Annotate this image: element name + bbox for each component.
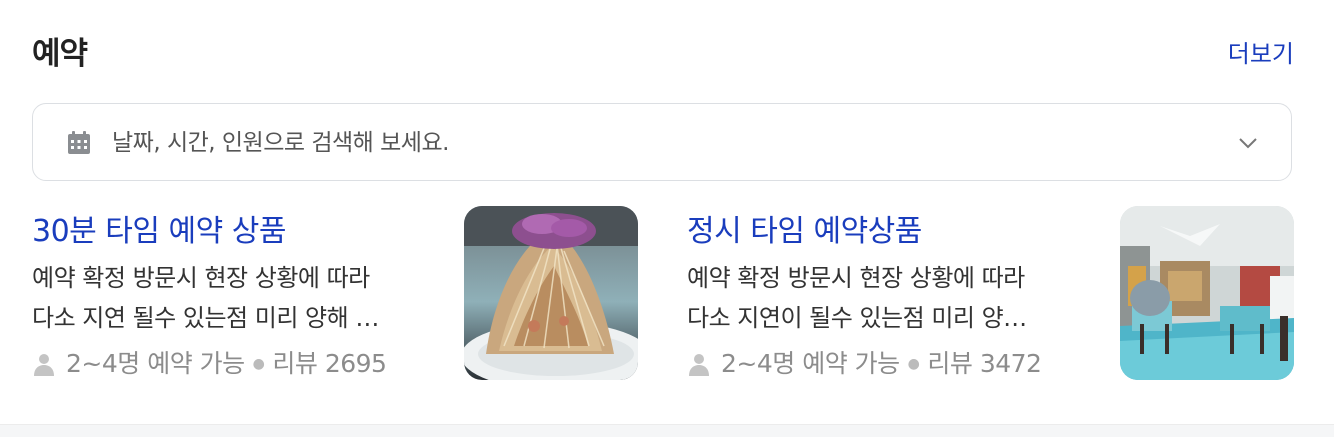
item-meta: 2~4명 예약 가능 ● 리뷰 3472 [687,344,1042,384]
search-placeholder: 날짜, 시간, 인원으로 검색해 보세요. [112,130,449,156]
capacity-text: 2~4명 예약 가능 [66,349,245,378]
item-thumbnail-food[interactable] [464,206,638,380]
chevron-down-icon[interactable] [1237,132,1259,154]
item-thumbnail-interior[interactable] [1120,206,1294,380]
item-meta: 2~4명 예약 가능 ● 리뷰 2695 [32,344,387,384]
item-description: 예약 확정 방문시 현장 상황에 따라 다소 지연이 될수 있는점 미리 양… [687,258,1087,338]
description-line: 예약 확정 방문시 현장 상황에 따라 [687,264,1025,292]
item-title-link[interactable]: 정시 타임 예약상품 [687,210,922,254]
section-divider [0,424,1334,437]
reservation-item-card[interactable]: 정시 타임 예약상품 예약 확정 방문시 현장 상황에 따라 다소 지연이 될수… [687,206,1294,382]
restaurant-photo-image [1120,206,1294,380]
item-title-link[interactable]: 30분 타임 예약 상품 [32,210,286,254]
section-title: 예약 [32,36,88,72]
review-count: 리뷰 3472 [927,349,1042,378]
review-count: 리뷰 2695 [272,349,387,378]
more-link[interactable]: 더보기 [1228,36,1294,72]
separator-dot: ● [252,356,265,372]
capacity-text: 2~4명 예약 가능 [721,349,900,378]
calendar-icon [68,131,90,154]
description-line: 다소 지연이 될수 있는점 미리 양… [687,304,1027,332]
person-icon [34,354,54,376]
item-description: 예약 확정 방문시 현장 상황에 따라 다소 지연 될수 있는점 미리 양해 … [32,258,432,338]
description-line: 다소 지연 될수 있는점 미리 양해 … [32,304,379,332]
reservation-section: 예약 더보기 날짜, 시간, 인원으로 검색해 보세요. 30분 타임 예약 상… [0,0,1334,437]
food-photo-image [464,206,638,380]
reservation-search-box[interactable]: 날짜, 시간, 인원으로 검색해 보세요. [32,103,1292,181]
separator-dot: ● [907,356,920,372]
description-line: 예약 확정 방문시 현장 상황에 따라 [32,264,370,292]
reservation-item-card[interactable]: 30분 타임 예약 상품 예약 확정 방문시 현장 상황에 따라 다소 지연 될… [32,206,638,382]
person-icon [689,354,709,376]
